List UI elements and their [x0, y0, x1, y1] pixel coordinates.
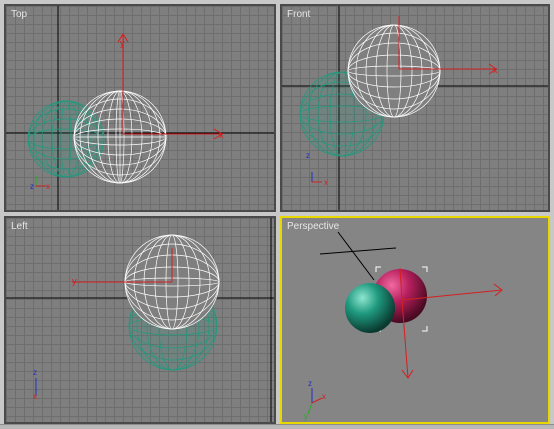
left-view-scene: y z x: [6, 218, 274, 422]
tripod-z-label: z: [33, 368, 37, 377]
front-view-scene: x z x: [282, 6, 548, 210]
axis-tripod: [35, 176, 46, 187]
tripod-z-label: z: [306, 151, 310, 160]
gizmo-y-label: y: [120, 38, 125, 48]
transform-gizmo: [117, 33, 223, 140]
viewport-top[interactable]: Top y x z x: [4, 4, 276, 212]
tripod-x-label: x: [324, 178, 328, 187]
tripod-x-label: x: [33, 392, 37, 401]
viewport-perspective[interactable]: Perspective z x y: [280, 216, 550, 424]
gizmo-y-label: y: [72, 276, 77, 286]
viewport-left[interactable]: Left y z x: [4, 216, 276, 424]
tripod-x-label: x: [46, 182, 50, 191]
axis-tripod: [307, 388, 323, 415]
tripod-z-label: z: [308, 379, 312, 388]
tripod-z-label: z: [30, 182, 34, 191]
axis-tripod: [311, 172, 322, 183]
top-view-scene: y x z x: [6, 6, 274, 210]
tripod-y-label: y: [304, 412, 308, 421]
viewport-front[interactable]: Front x z x: [280, 4, 550, 212]
white-sphere-wireframe: [347, 24, 441, 118]
tripod-x-label: x: [322, 392, 326, 401]
teal-sphere: [345, 283, 395, 333]
status-strip: [0, 424, 554, 429]
perspective-view-scene: z x y: [304, 231, 503, 421]
gizmo-x-label: x: [219, 130, 224, 140]
gizmo-x-label: x: [493, 65, 498, 75]
